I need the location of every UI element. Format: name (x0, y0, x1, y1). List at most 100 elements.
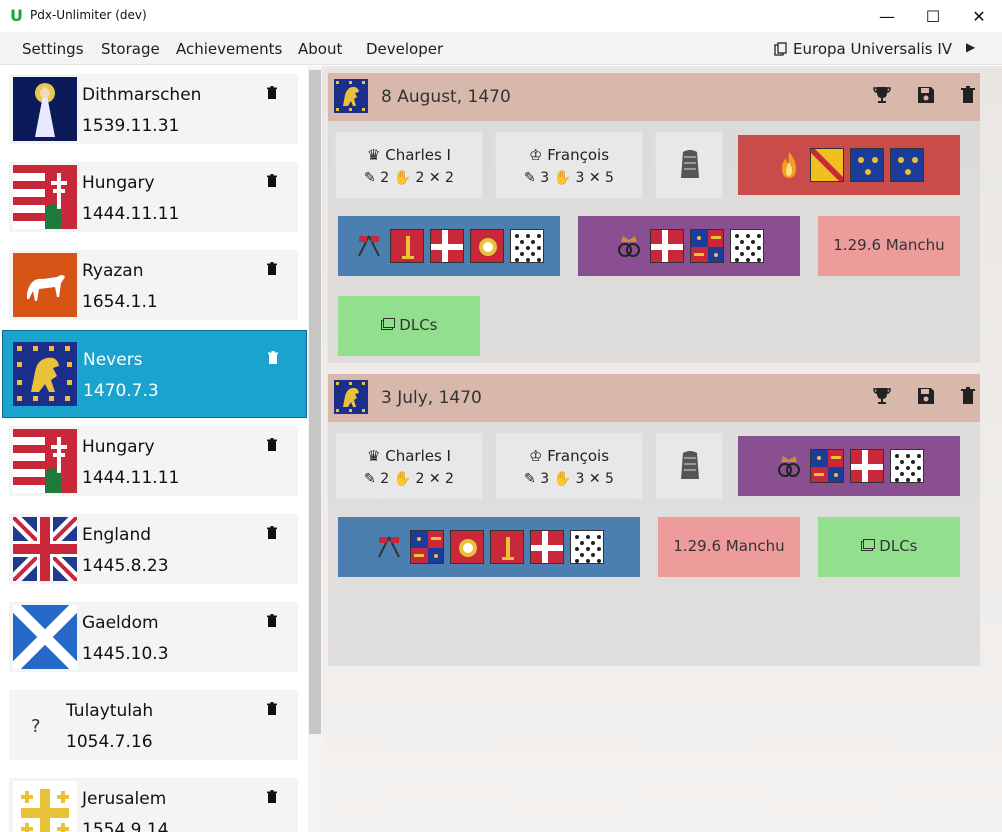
scroll-thumb[interactable] (309, 70, 321, 734)
royal-marriages-card (738, 436, 960, 496)
adm-icon: ✎ (364, 471, 376, 487)
dlcs-card[interactable]: DLCs (338, 296, 480, 356)
heir-card: ♔ François ✎ 3 ✋ 3 ✕ 5 (494, 431, 644, 501)
save-item-nevers[interactable]: Nevers 1470.7.3 (2, 330, 307, 418)
france-flag (850, 148, 884, 182)
dithmarschen-flag (13, 77, 77, 141)
heir-adm: 3 (540, 471, 550, 487)
england-quarterly-flag (690, 229, 724, 263)
heir-crown-icon: ♔ (528, 146, 543, 164)
save-item-gaeldom[interactable]: Gaeldom 1445.10.3 (9, 602, 298, 672)
dlcs-label: DLCs (879, 537, 918, 555)
game-version: 1.29.6 Manchu (833, 236, 945, 254)
ruler-adm: 2 (380, 170, 390, 186)
mil-icon: ✕ (428, 471, 441, 487)
savegame-list: Dithmarschen 1539.11.31 Hungary 1444.11.… (0, 66, 322, 832)
dlcs-label: DLCs (399, 316, 438, 334)
menu-developer[interactable]: Developer (366, 40, 443, 58)
denmark-flag (650, 229, 684, 263)
trash-icon[interactable] (265, 86, 279, 100)
military-card (654, 431, 724, 501)
save-item-hungary[interactable]: Hungary 1444.11.11 (9, 162, 298, 232)
trash-icon[interactable] (265, 702, 279, 716)
trash-icon[interactable] (958, 386, 978, 406)
close-button[interactable]: ✕ (956, 0, 1002, 32)
ruler-name: Charles I (385, 146, 451, 164)
maximize-button[interactable]: ☐ (910, 0, 956, 32)
adm-icon: ✎ (524, 170, 536, 186)
crown-flag (490, 530, 524, 564)
save-icon[interactable] (916, 386, 936, 406)
alliance-flags-icon (354, 231, 384, 261)
dip-icon: ✋ (393, 471, 412, 487)
heir-mil: 5 (605, 170, 614, 186)
game-name: Europa Universalis IV (793, 40, 953, 58)
heir-dip: 3 (575, 471, 585, 487)
unknown-flag-icon: ? (31, 716, 41, 737)
save-date: 1445.10.3 (82, 644, 169, 664)
papal-flag (450, 530, 484, 564)
marriage-crown-icon (614, 231, 644, 261)
dlcs-card[interactable]: DLCs (818, 517, 960, 577)
save-item-england[interactable]: England 1445.8.23 (9, 514, 298, 584)
menu-achievements[interactable]: Achievements (176, 40, 282, 58)
save-item-tulaytulah[interactable]: ? Tulaytulah 1054.7.16 (9, 690, 298, 760)
save-item-hungary[interactable]: Hungary 1444.11.11 (9, 426, 298, 496)
gaeldom-flag (13, 605, 77, 669)
menu-storage[interactable]: Storage (101, 40, 160, 58)
mil-icon: ✕ (428, 170, 441, 186)
lorraine-flag (810, 148, 844, 182)
trophy-icon[interactable] (872, 85, 892, 105)
trash-icon[interactable] (958, 85, 978, 105)
trash-icon[interactable] (265, 438, 279, 452)
campaign-panel: 8 August, 1470 ♛ Charles I ✎ 2 ✋ 2 ✕ 2 ♔… (322, 66, 1002, 832)
dip-icon: ✋ (393, 170, 412, 186)
nevers-flag (334, 380, 368, 414)
ryazan-flag (13, 253, 77, 317)
save-date: 1444.11.11 (82, 204, 180, 224)
campaign-date: 8 August, 1470 (381, 87, 511, 107)
save-date: 1654.1.1 (82, 292, 158, 312)
crown-flag (390, 229, 424, 263)
trash-icon[interactable] (265, 614, 279, 628)
mil-icon: ✕ (588, 471, 601, 487)
save-country: Hungary (82, 173, 155, 193)
heir-dip: 3 (575, 170, 585, 186)
minimize-button[interactable]: — (864, 0, 910, 32)
trash-icon[interactable] (266, 351, 280, 365)
ruler-dip: 2 (415, 471, 425, 487)
save-country: Nevers (83, 350, 143, 370)
heir-mil: 5 (605, 471, 614, 487)
save-date: 1445.8.23 (82, 556, 169, 576)
trophy-icon[interactable] (872, 386, 892, 406)
save-item-dithmarschen[interactable]: Dithmarschen 1539.11.31 (9, 74, 298, 144)
game-selector[interactable]: Europa Universalis IV (774, 40, 952, 58)
jerusalem-flag (13, 781, 77, 832)
trash-icon[interactable] (265, 790, 279, 804)
alliance-flags-icon (374, 532, 404, 562)
denmark-flag (430, 229, 464, 263)
version-card: 1.29.6 Manchu (658, 517, 800, 577)
trash-icon[interactable] (265, 526, 279, 540)
menu-about[interactable]: About (298, 40, 342, 58)
menu-settings[interactable]: Settings (22, 40, 84, 58)
save-item-ryazan[interactable]: Ryazan 1654.1.1 (9, 250, 298, 320)
dlc-folder-icon (380, 318, 395, 330)
trash-icon[interactable] (265, 262, 279, 276)
dip-icon: ✋ (553, 471, 572, 487)
save-date: 1470.7.3 (83, 381, 159, 401)
save-icon[interactable] (916, 85, 936, 105)
sidebar-scrollbar[interactable] (308, 66, 322, 832)
save-item-jerusalem[interactable]: Jerusalem 1554.9.14 (9, 778, 298, 832)
save-country: Hungary (82, 437, 155, 457)
ruler-card: ♛ Charles I ✎ 2 ✋ 2 ✕ 2 (334, 130, 484, 200)
dip-icon: ✋ (553, 170, 572, 186)
save-country: England (82, 525, 152, 545)
ruler-card: ♛ Charles I ✎ 2 ✋ 2 ✕ 2 (334, 431, 484, 501)
denmark-flag (530, 530, 564, 564)
trash-icon[interactable] (265, 174, 279, 188)
war-fire-icon (774, 150, 804, 180)
england-quarterly-flag (810, 449, 844, 483)
campaign-entry: 3 July, 1470 ♛ Charles I ✎ 2 ✋ 2 ✕ 2 ♔ F… (328, 374, 980, 666)
next-game-button[interactable]: ▶ (966, 40, 975, 54)
